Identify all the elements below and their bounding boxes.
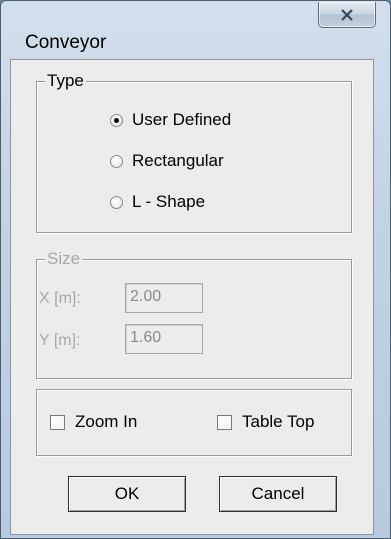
table-top-checkbox[interactable]: Table Top bbox=[217, 411, 314, 433]
y-input[interactable]: 1.60 bbox=[125, 324, 203, 354]
size-group-label: Size bbox=[45, 248, 83, 270]
type-group-label: Type bbox=[45, 70, 86, 92]
y-field-label: Y [m]: bbox=[39, 332, 81, 349]
zoom-in-checkbox[interactable]: Zoom In bbox=[50, 411, 137, 433]
radio-rectangular-label: Rectangular bbox=[132, 151, 224, 170]
x-input[interactable]: 2.00 bbox=[125, 283, 203, 313]
radio-button-icon[interactable] bbox=[110, 154, 123, 168]
x-field-label: X [m]: bbox=[39, 290, 81, 307]
window-title: Conveyor bbox=[25, 32, 107, 53]
table-top-label: Table Top bbox=[242, 412, 315, 431]
radio-l-shape-label: L - Shape bbox=[132, 192, 206, 211]
radio-button-checked-icon[interactable] bbox=[110, 113, 123, 127]
checkbox-icon[interactable] bbox=[217, 414, 232, 430]
radio-user-defined-label: User Defined bbox=[132, 110, 232, 129]
size-groupbox: Size X [m]: 2.00 Y [m]: 1.60 bbox=[36, 248, 352, 379]
ok-button[interactable]: OK bbox=[68, 476, 186, 512]
options-groupbox: Zoom In Table Top bbox=[36, 389, 352, 456]
zoom-in-label: Zoom In bbox=[75, 412, 138, 431]
conveyor-dialog: Conveyor Type User Defined Rectangular L… bbox=[0, 0, 391, 539]
close-icon bbox=[341, 8, 353, 21]
radio-button-icon[interactable] bbox=[110, 195, 123, 209]
dialog-client-area: Type User Defined Rectangular L - Shape … bbox=[10, 59, 374, 535]
title-bar[interactable]: Conveyor bbox=[1, 1, 390, 59]
checkbox-icon[interactable] bbox=[50, 414, 65, 430]
type-groupbox: Type User Defined Rectangular L - Shape bbox=[36, 70, 352, 233]
radio-l-shape[interactable]: L - Shape bbox=[110, 191, 205, 213]
close-button[interactable] bbox=[318, 2, 376, 28]
radio-rectangular[interactable]: Rectangular bbox=[110, 150, 224, 172]
radio-user-defined[interactable]: User Defined bbox=[110, 109, 231, 131]
cancel-button[interactable]: Cancel bbox=[219, 476, 337, 512]
